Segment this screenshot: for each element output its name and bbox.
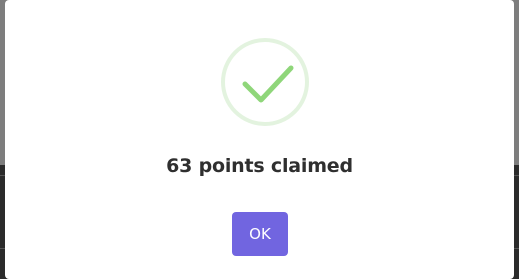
check-icon — [242, 65, 294, 103]
checkmark-success-icon — [221, 38, 309, 126]
dialog-title: 63 points claimed — [166, 155, 353, 177]
success-dialog: 63 points claimed OK — [5, 0, 514, 279]
ok-button[interactable]: OK — [232, 212, 288, 256]
